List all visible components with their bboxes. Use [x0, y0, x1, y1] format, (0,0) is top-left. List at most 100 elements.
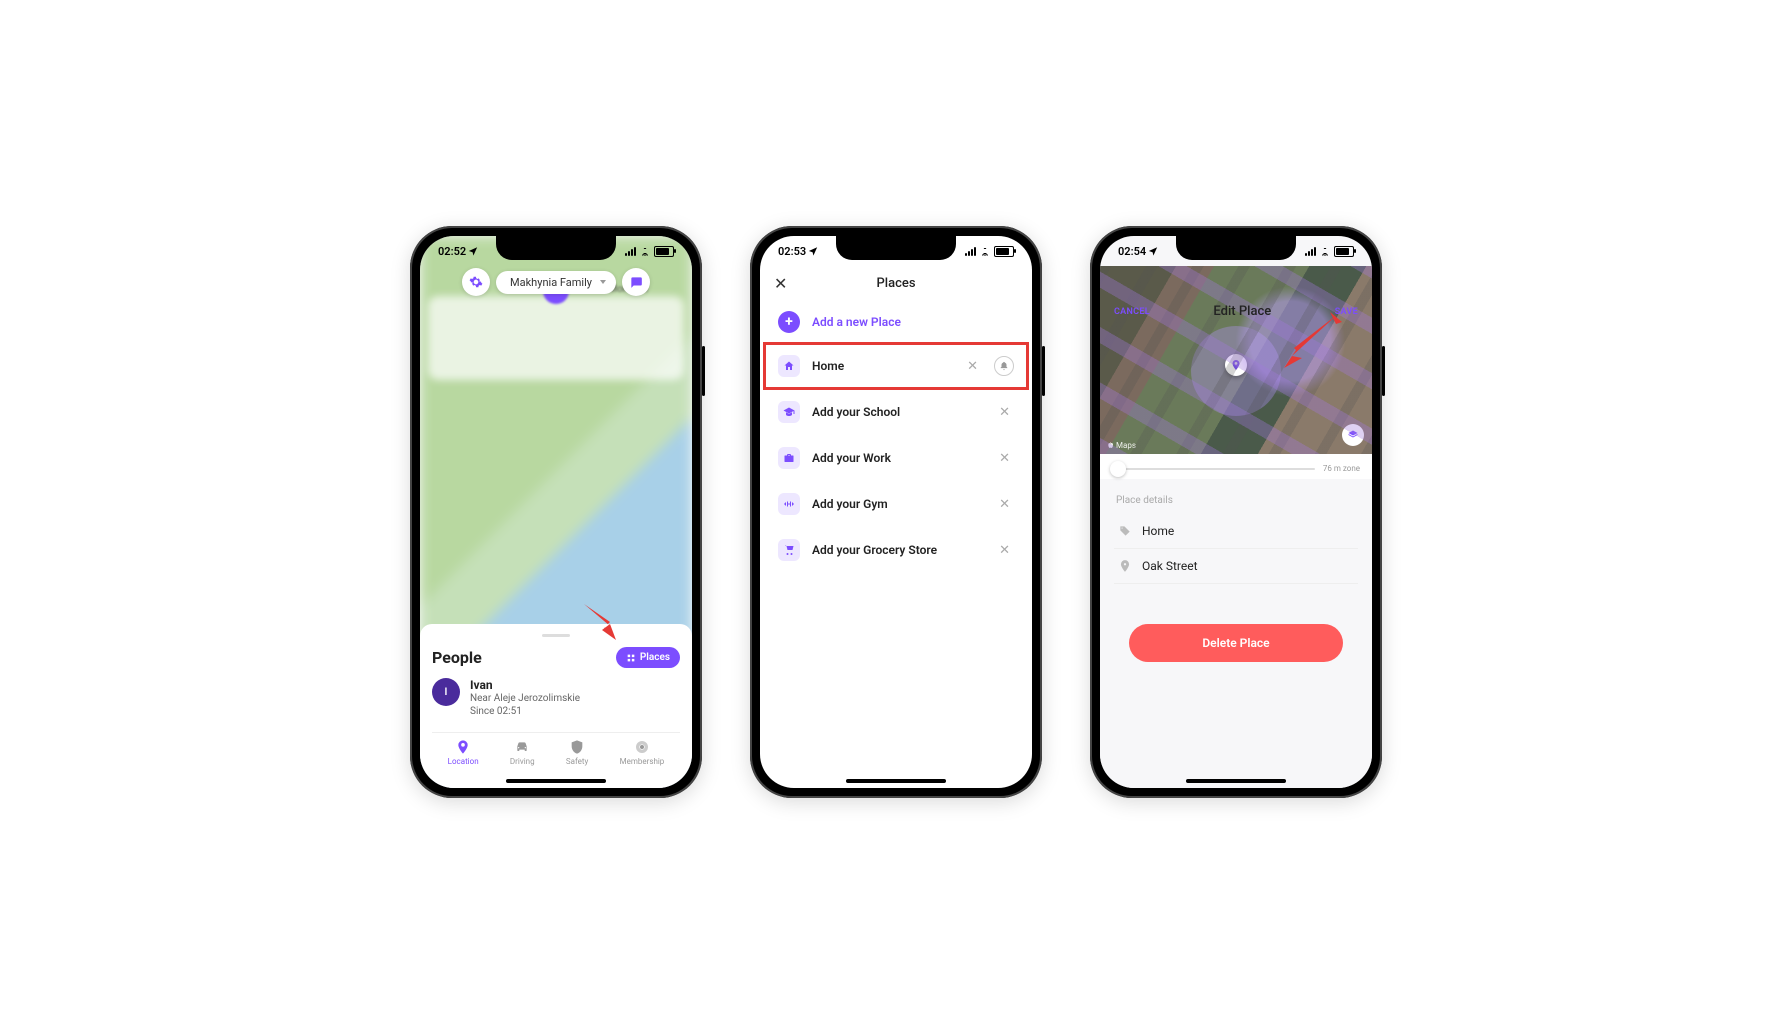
pin-outline-icon — [1118, 559, 1132, 573]
delete-place-button[interactable]: Delete Place — [1129, 624, 1344, 662]
battery-icon — [994, 246, 1014, 257]
map-attribution: Maps — [1106, 441, 1136, 450]
notch — [496, 236, 616, 260]
annotation-arrow-icon — [580, 600, 620, 640]
status-time: 02:52 — [438, 245, 466, 258]
plus-icon: + — [778, 311, 800, 333]
car-icon — [514, 739, 530, 755]
map-info-card-blurred — [428, 296, 684, 380]
add-new-place-label: Add a new Place — [812, 315, 901, 329]
map-pin[interactable] — [1225, 354, 1247, 376]
cart-icon — [778, 539, 800, 561]
places-button[interactable]: Places — [616, 647, 680, 668]
tag-icon — [1118, 524, 1132, 538]
layers-icon — [1347, 429, 1359, 441]
location-services-icon — [468, 246, 478, 256]
notch — [836, 236, 956, 260]
wifi-icon — [1319, 247, 1331, 256]
address-field[interactable]: Oak Street — [1114, 549, 1358, 584]
place-label: Add your School — [812, 405, 983, 419]
dumbbell-icon — [778, 493, 800, 515]
tab-driving[interactable]: Driving — [510, 739, 535, 766]
signal-icon — [965, 247, 976, 256]
remove-button[interactable]: ✕ — [963, 359, 982, 374]
battery-icon — [1334, 246, 1354, 257]
page-title: Places — [876, 276, 915, 291]
phone-3: 02:54 CANCEL Edit Place SAVE — [1090, 226, 1382, 798]
places-icon — [626, 653, 636, 663]
person-location: Near Aleje Jerozolimskie — [470, 692, 580, 705]
signal-icon — [1305, 247, 1316, 256]
place-row-school[interactable]: Add your School ✕ — [764, 389, 1028, 435]
radius-slider[interactable] — [1112, 468, 1315, 470]
radius-slider-row: 76 m zone — [1100, 454, 1372, 479]
home-indicator — [1186, 779, 1286, 783]
phone-2: 02:53 ✕ Places + Add a new Place — [750, 226, 1042, 798]
person-row[interactable]: I Ivan Near Aleje Jerozolimskie Since 02… — [432, 678, 680, 718]
place-label: Add your Grocery Store — [812, 543, 983, 557]
family-selector[interactable]: Makhynia Family — [496, 271, 616, 294]
place-row-gym[interactable]: Add your Gym ✕ — [764, 481, 1028, 527]
remove-button[interactable]: ✕ — [995, 451, 1014, 466]
phone-1: 02:52 Montreal Makhynia Family — [410, 226, 702, 798]
status-time: 02:54 — [1118, 245, 1146, 258]
settings-button[interactable] — [462, 268, 490, 296]
annotation-arrow-icon — [1282, 312, 1342, 368]
pin-icon — [1230, 359, 1242, 371]
remove-button[interactable]: ✕ — [995, 543, 1014, 558]
apple-icon — [1106, 442, 1114, 450]
avatar: I — [432, 678, 460, 706]
page-title: Edit Place — [1207, 302, 1277, 321]
place-name-field[interactable]: Home — [1114, 514, 1358, 549]
bell-icon — [999, 361, 1009, 371]
place-label: Add your Work — [812, 451, 983, 465]
gear-icon — [469, 275, 483, 289]
people-panel[interactable]: People Places I Ivan Near Aleje Jerozoli… — [420, 624, 692, 788]
place-row-work[interactable]: Add your Work ✕ — [764, 435, 1028, 481]
place-label: Add your Gym — [812, 497, 983, 511]
places-button-label: Places — [640, 652, 670, 663]
people-heading: People — [432, 648, 482, 667]
tab-membership[interactable]: Membership — [620, 739, 665, 766]
school-icon — [778, 401, 800, 423]
chat-icon — [629, 275, 643, 289]
tab-safety[interactable]: Safety — [566, 739, 588, 766]
home-indicator — [846, 779, 946, 783]
wifi-icon — [979, 247, 991, 256]
battery-icon — [654, 246, 674, 257]
location-services-icon — [1148, 246, 1158, 256]
address-value: Oak Street — [1142, 559, 1198, 573]
close-button[interactable]: ✕ — [774, 274, 787, 293]
home-indicator — [506, 779, 606, 783]
membership-icon — [634, 739, 650, 755]
add-new-place-button[interactable]: + Add a new Place — [764, 301, 1028, 343]
remove-button[interactable]: ✕ — [995, 497, 1014, 512]
tab-location[interactable]: Location — [448, 739, 479, 766]
remove-button[interactable]: ✕ — [995, 405, 1014, 420]
map-style-toggle[interactable] — [1342, 424, 1364, 446]
alerts-button[interactable] — [994, 356, 1014, 376]
person-since: Since 02:51 — [470, 705, 580, 718]
place-row-home[interactable]: Home ✕ — [764, 343, 1028, 389]
drag-handle[interactable] — [542, 634, 570, 637]
briefcase-icon — [778, 447, 800, 469]
family-name: Makhynia Family — [510, 276, 592, 289]
person-name: Ivan — [470, 678, 580, 692]
wifi-icon — [639, 247, 651, 256]
signal-icon — [625, 247, 636, 256]
place-label: Home — [812, 359, 951, 373]
geofence-radius — [1191, 326, 1281, 416]
shield-icon — [569, 739, 585, 755]
tab-bar: Location Driving Safety Membership — [432, 732, 680, 766]
place-row-grocery[interactable]: Add your Grocery Store ✕ — [764, 527, 1028, 573]
notch — [1176, 236, 1296, 260]
location-pin-icon — [455, 739, 471, 755]
messages-button[interactable] — [622, 268, 650, 296]
radius-value: 76 m zone — [1323, 464, 1360, 473]
section-heading: Place details — [1116, 495, 1356, 506]
cancel-button[interactable]: CANCEL — [1114, 307, 1150, 317]
place-name-value: Home — [1142, 524, 1174, 538]
map-preview[interactable]: CANCEL Edit Place SAVE Maps — [1100, 266, 1372, 454]
status-time: 02:53 — [778, 245, 806, 258]
home-icon — [778, 355, 800, 377]
